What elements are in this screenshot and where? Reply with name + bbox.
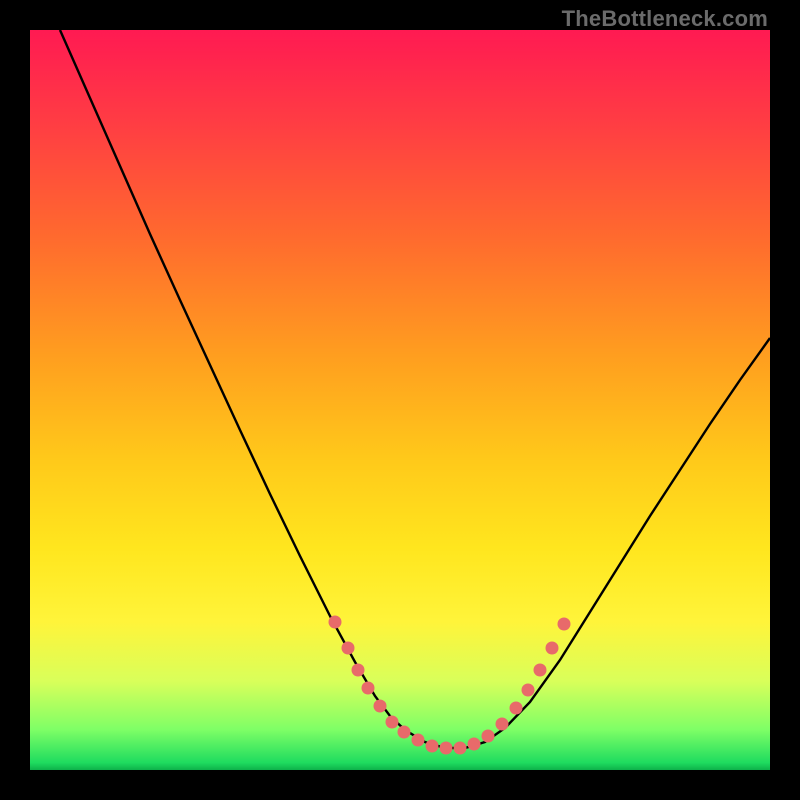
gradient-plot-area bbox=[30, 30, 770, 770]
watermark-text: TheBottleneck.com bbox=[562, 6, 768, 32]
